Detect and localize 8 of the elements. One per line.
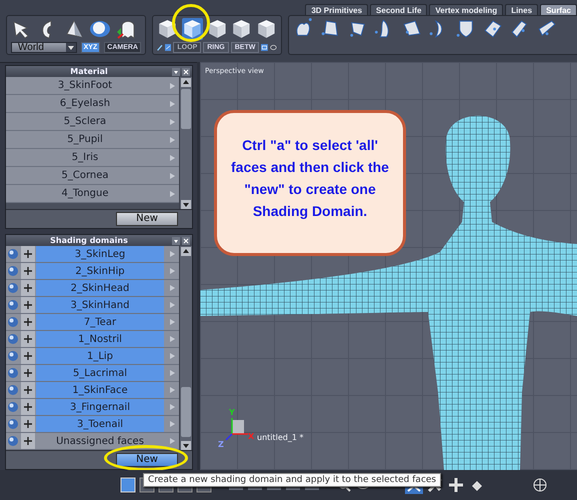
panel-title: Shading domains (49, 236, 129, 245)
panel-title: Material (69, 67, 109, 76)
object-label: untitled_1 * (257, 433, 304, 442)
axis-label: Z (218, 440, 224, 449)
callout-text: Ctrl "a" to select 'all' faces and then click the "new" to create one Shading Domain. (230, 136, 390, 221)
tooltip: Create a new shading domain and apply it to the selected faces (143, 473, 442, 487)
axis-label: Y (229, 408, 235, 417)
axis-label: X (248, 432, 254, 441)
